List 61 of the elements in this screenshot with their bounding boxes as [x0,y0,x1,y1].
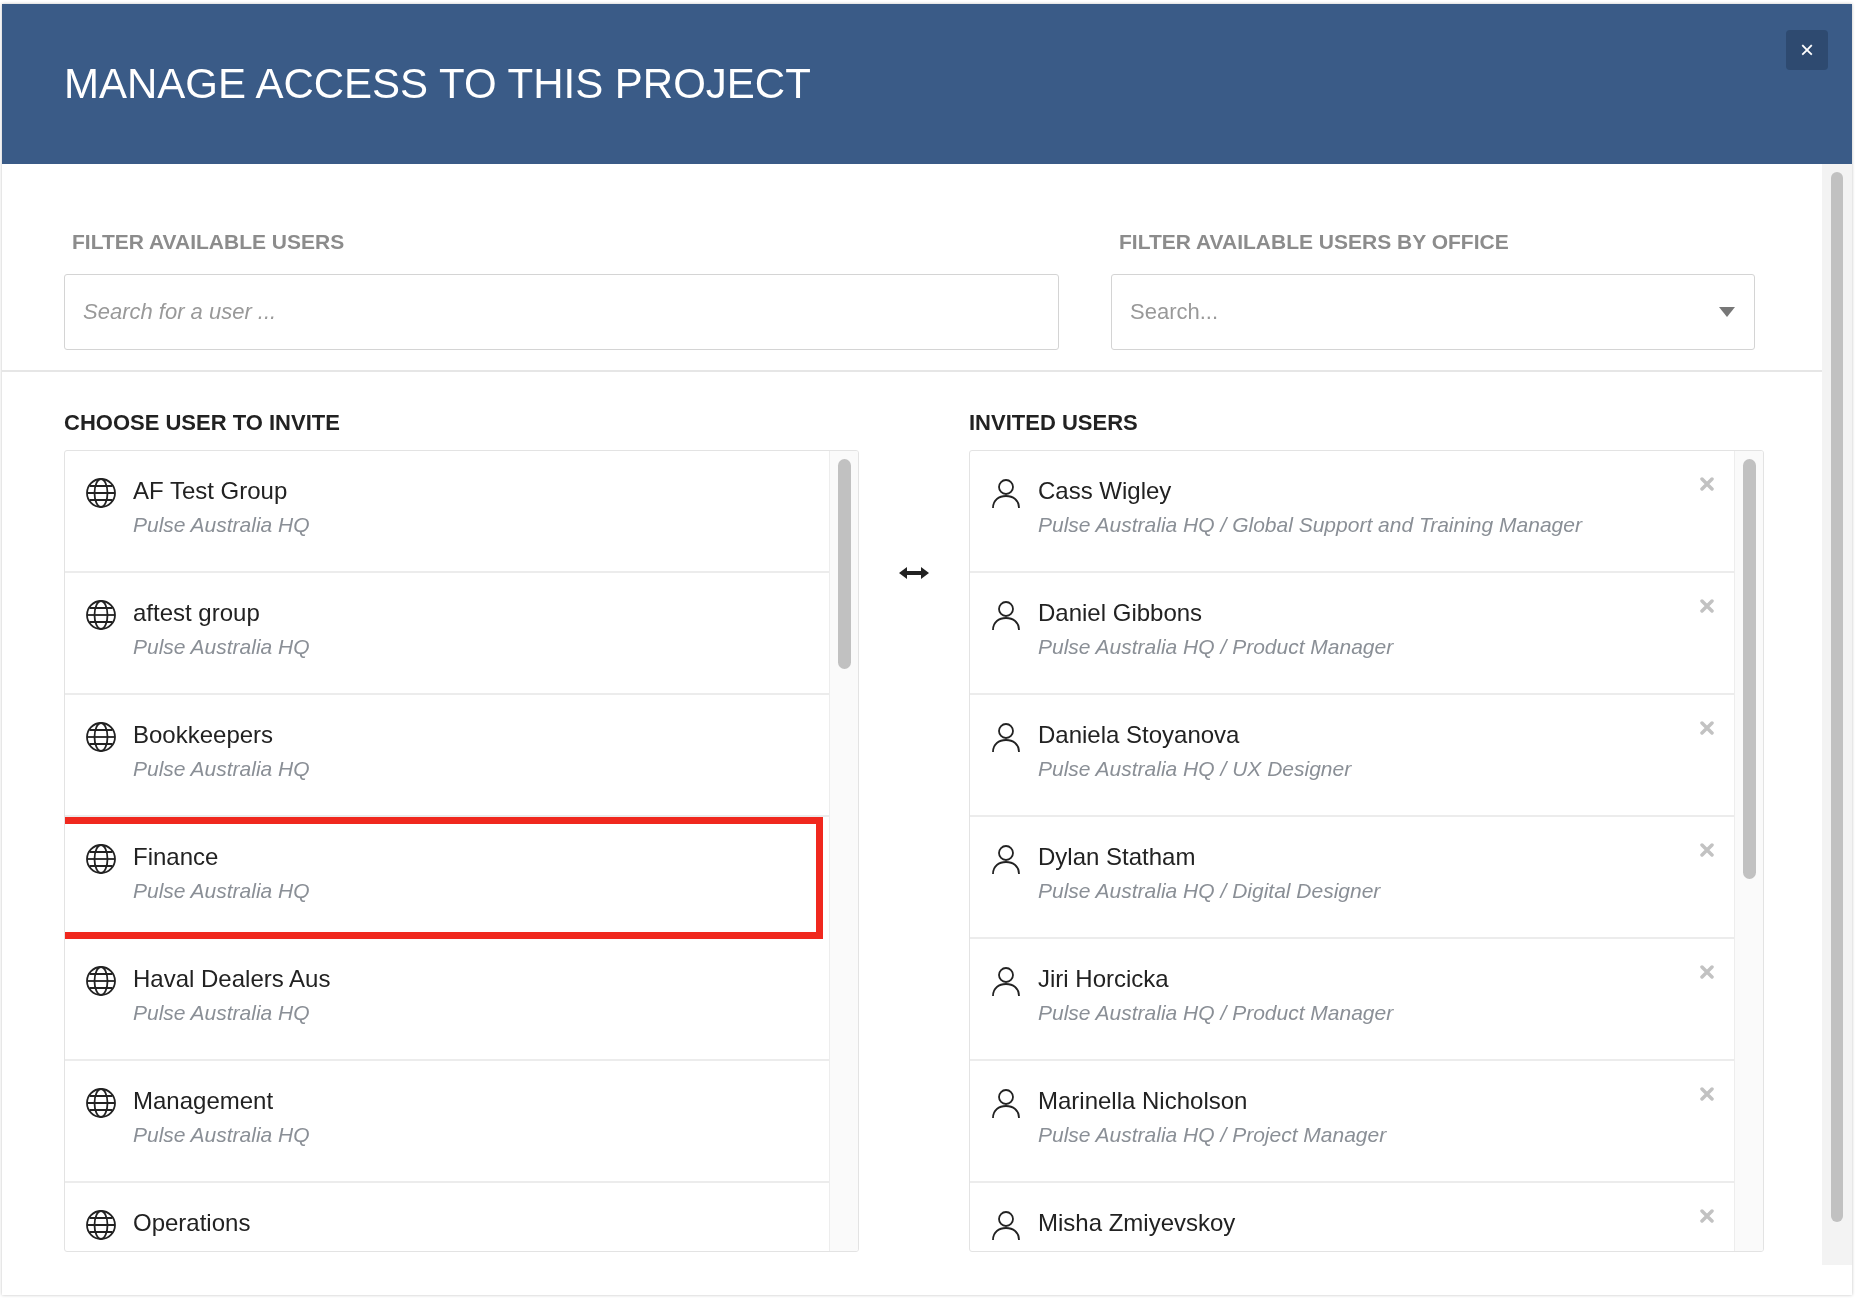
group-name: Haval Dealers Aus [133,965,332,993]
user-name: Marinella Nicholson [1038,1087,1249,1115]
swap-arrow-icon [899,566,929,580]
globe-icon [85,1209,117,1241]
group-office: Pulse Australia HQ [133,757,311,781]
group-office: Pulse Australia HQ [133,1123,311,1147]
filter-label: FILTER AVAILABLE USERS BY OFFICE [1118,230,1510,254]
person-icon [990,1209,1022,1241]
section-title: CHOOSE USER TO INVITE [64,410,341,436]
person-icon [990,721,1022,753]
section-title: INVITED USERS [969,410,1139,436]
person-icon [990,599,1022,631]
dialog-title: MANAGE ACCESS TO THIS PROJECT [64,60,811,108]
group-name: Bookkeepers [133,721,275,749]
globe-icon [85,599,117,631]
person-icon [990,965,1022,997]
group-name: Finance [133,843,220,871]
globe-icon [85,1087,117,1119]
user-detail: Pulse Australia HQ / UX Designer [1038,757,1353,781]
user-name: Daniela Stoyanova [1038,721,1241,749]
user-detail: Pulse Australia HQ / Project Manager [1038,1123,1388,1147]
globe-icon [85,721,117,753]
group-name: AF Test Group [133,477,289,505]
group-name: Operations [133,1209,252,1237]
globe-icon [85,477,117,509]
close-icon[interactable] [1700,477,1714,491]
page-scrollbar-thumb[interactable] [1831,172,1843,1222]
close-icon[interactable] [1700,599,1714,613]
person-icon [990,843,1022,875]
group-office: Pulse Australia HQ [133,1001,311,1025]
group-office: Pulse Australia HQ [133,635,311,659]
close-icon[interactable] [1700,1209,1714,1223]
group-name: Management [133,1087,275,1115]
user-detail: Pulse Australia HQ / Product Manager [1038,635,1395,659]
user-name: Daniel Gibbons [1038,599,1204,627]
close-icon[interactable] [1700,1087,1714,1101]
globe-icon [85,843,117,875]
search-field[interactable]: Search for a user ... [64,274,1059,350]
close-icon[interactable] [1700,843,1714,857]
scrollbar-thumb[interactable] [1742,459,1756,879]
scrollbar-thumb[interactable] [837,459,851,669]
globe-icon [85,965,117,997]
close-icon[interactable] [1700,965,1714,979]
user-detail: Pulse Australia HQ / Digital Designer [1038,879,1382,903]
group-office: Pulse Australia HQ [133,513,311,537]
person-icon [990,477,1022,509]
caret-icon [1719,307,1735,317]
user-name: Jiri Horcicka [1038,965,1170,993]
user-name: Cass Wigley [1038,477,1173,505]
group-office: Pulse Australia HQ [133,879,311,903]
highlighted-list-item[interactable]: Finance Pulse Australia HQ [65,817,823,939]
person-icon [990,1087,1022,1119]
user-name: Dylan Statham [1038,843,1197,871]
group-name: aftest group [133,599,261,627]
filter-label: FILTER AVAILABLE USERS [71,230,346,254]
user-detail: Pulse Australia HQ / Global Support and Training Manager [1038,513,1584,537]
close-icon[interactable] [1700,721,1714,735]
close-button[interactable]: × [1786,30,1828,70]
user-name: Misha Zmiyevskoy [1038,1209,1237,1237]
user-detail: Pulse Australia HQ / Product Manager [1038,1001,1395,1025]
office-select[interactable]: Search... [1111,274,1755,350]
